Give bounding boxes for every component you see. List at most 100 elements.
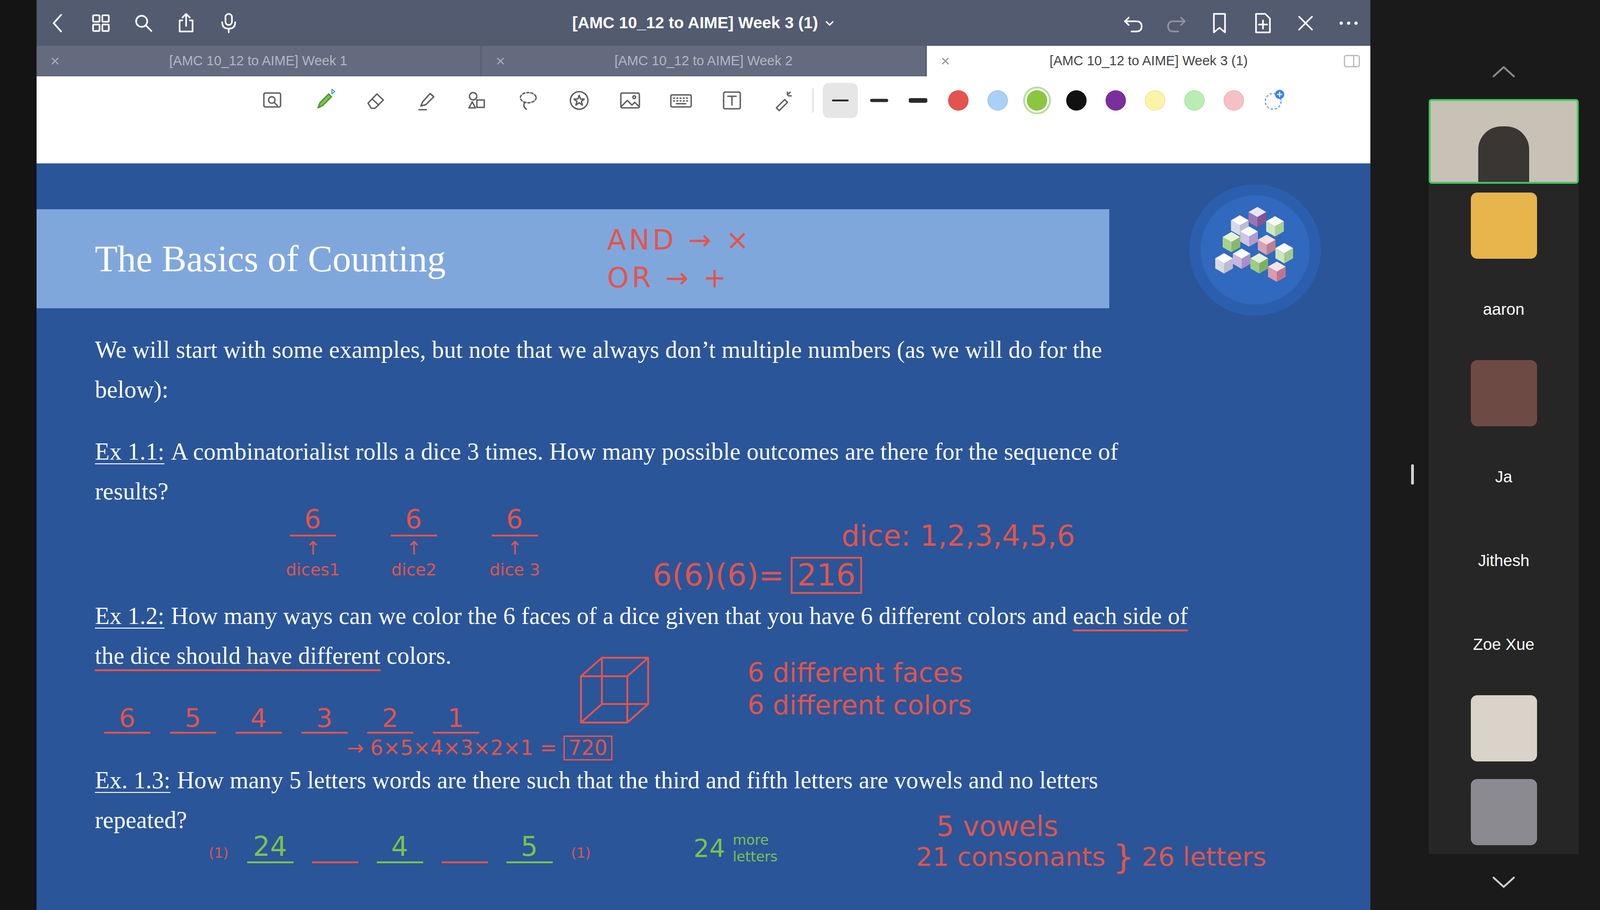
lasso-icon[interactable]	[516, 88, 541, 113]
participant-tile[interactable]	[1428, 351, 1579, 436]
tab[interactable]: [AMC 10_12 to AIME] Week 1	[36, 45, 481, 77]
color-swatch[interactable]	[1026, 90, 1048, 111]
tab-close-icon[interactable]	[936, 55, 955, 68]
stroke-width-option[interactable]	[861, 82, 897, 119]
slot-value: 3	[316, 704, 333, 732]
stroke-width-icon[interactable]	[908, 95, 928, 106]
color-dot[interactable]	[987, 90, 1008, 111]
color-dot[interactable]	[948, 90, 969, 111]
stroke-width-option[interactable]	[900, 82, 936, 119]
participant-name: aaron	[1482, 297, 1525, 322]
slot-underline	[312, 861, 359, 864]
remaining-line: letters	[732, 848, 778, 866]
laser-pointer-icon[interactable]	[770, 88, 795, 113]
color-slots: 654321	[101, 704, 482, 734]
tab-label[interactable]: [AMC 10_12 to AIME] Week 3 (1)	[954, 50, 1343, 72]
tab-close-icon[interactable]	[45, 55, 65, 68]
chevron-down-icon[interactable]	[824, 18, 835, 29]
dice-slot: 6↑dices1	[282, 505, 344, 581]
add-color-icon[interactable]	[1262, 89, 1286, 112]
participant-tile[interactable]: Ja	[1428, 435, 1579, 519]
annotation-layer: AND → ×OR → +6↑dices16↑dice26↑dice 36(6)…	[36, 163, 1371, 910]
participant-tile[interactable]	[1428, 770, 1579, 855]
slot-underline	[104, 731, 151, 734]
color-slot: 6	[101, 704, 153, 734]
color-swatch[interactable]	[1105, 90, 1126, 111]
add-page-icon[interactable]	[1250, 11, 1275, 36]
consonants-note: 21 consonants	[916, 842, 1106, 872]
title-group[interactable]: [AMC 10_12 to AIME] Week 3 (1)	[287, 10, 1120, 36]
grid-icon[interactable]	[88, 11, 113, 36]
highlighter-icon[interactable]	[414, 88, 439, 113]
zoom-window-icon[interactable]	[261, 88, 286, 113]
title-banner: The Basics of Counting	[36, 209, 1110, 309]
color-swatch[interactable]	[1184, 90, 1205, 111]
stroke-width-icon[interactable]	[831, 95, 850, 106]
participant-tile[interactable]	[1428, 686, 1579, 771]
slot-value: 4	[391, 831, 409, 862]
color-swatch[interactable]	[1066, 90, 1087, 111]
stroke-width-icon[interactable]	[869, 95, 889, 106]
color-dot[interactable]	[1223, 90, 1244, 111]
slot-value: 4	[250, 704, 268, 732]
participant-tile[interactable]: Zoe Xue	[1428, 602, 1579, 687]
color-dot[interactable]	[1144, 90, 1166, 111]
tag-text: (1)	[208, 843, 229, 863]
video-frame	[1478, 126, 1530, 182]
color-dot[interactable]	[1066, 90, 1087, 111]
participant-avatar	[1470, 695, 1538, 762]
redo-icon[interactable]	[1164, 11, 1189, 36]
color-product: → 6×5×4×3×2×1 =720	[346, 735, 613, 761]
mic-icon[interactable]	[216, 11, 241, 36]
tab-close-icon[interactable]	[491, 55, 510, 68]
chevron-up-icon[interactable]	[1490, 43, 1517, 100]
more-icon[interactable]	[1336, 11, 1361, 36]
image-icon[interactable]	[618, 88, 643, 113]
slot-label: dices1	[286, 559, 340, 581]
color-swatch[interactable]	[1144, 90, 1166, 111]
bookmark-icon[interactable]	[1207, 11, 1232, 36]
participant-video[interactable]	[1428, 99, 1579, 184]
page-title: The Basics of Counting	[94, 231, 446, 287]
eraser-icon[interactable]	[363, 88, 388, 113]
pen-icon[interactable]	[312, 88, 337, 113]
word-slot: 4	[376, 831, 424, 864]
color-dot[interactable]	[1184, 90, 1205, 111]
tab-label[interactable]: [AMC 10_12 to AIME] Week 2	[509, 50, 898, 72]
shapes-icon[interactable]	[465, 88, 490, 113]
participants-panel: aaron JaJitheshZoe Xue	[1370, 0, 1600, 910]
keyboard-icon[interactable]	[668, 88, 694, 113]
document-title[interactable]: [AMC 10_12 to AIME] Week 3 (1)	[572, 10, 819, 36]
tab[interactable]: [AMC 10_12 to AIME] Week 3 (1)	[926, 45, 1371, 77]
scroll-down-area	[1428, 854, 1579, 910]
back-icon[interactable]	[46, 11, 71, 36]
text-span: below):	[94, 376, 169, 403]
slot-arrow: ↑	[305, 536, 321, 560]
rule-note: OR → +	[606, 262, 752, 294]
color-swatch[interactable]	[948, 90, 969, 111]
search-icon[interactable]	[131, 11, 156, 36]
share-icon[interactable]	[174, 11, 199, 36]
color-dot[interactable]	[1105, 90, 1126, 111]
sticker-icon[interactable]	[567, 88, 592, 113]
color-slot: 5	[167, 704, 219, 734]
participant-tile[interactable]	[1428, 183, 1579, 268]
tab-label[interactable]: [AMC 10_12 to AIME] Week 1	[64, 50, 453, 72]
tab[interactable]: [AMC 10_12 to AIME] Week 2	[481, 45, 926, 77]
close-icon[interactable]	[1293, 11, 1318, 36]
chevron-down-icon[interactable]	[1490, 875, 1517, 890]
text-tool-icon[interactable]	[719, 88, 744, 113]
participant-tile[interactable]: aaron	[1428, 267, 1579, 352]
color-swatch[interactable]	[987, 90, 1008, 111]
undo-icon[interactable]	[1121, 11, 1146, 36]
color-swatch[interactable]	[1223, 90, 1244, 111]
color-dot[interactable]	[1026, 90, 1048, 111]
notes-app: [AMC 10_12 to AIME] Week 3 (1) [AMC 10_12…	[36, 0, 1371, 910]
sidebar-toggle-icon[interactable]	[1342, 54, 1362, 69]
remaining-number: 24	[693, 833, 726, 864]
product-expression: → 6×5×4×3×2×1 =	[346, 737, 557, 760]
product-expression: 6(6)(6)=	[652, 558, 785, 593]
stroke-width-option[interactable]	[822, 82, 858, 119]
text-line: Ex. 1.3:How many 5 letters words are the…	[94, 760, 1371, 801]
participant-tile[interactable]: Jithesh	[1428, 518, 1579, 603]
